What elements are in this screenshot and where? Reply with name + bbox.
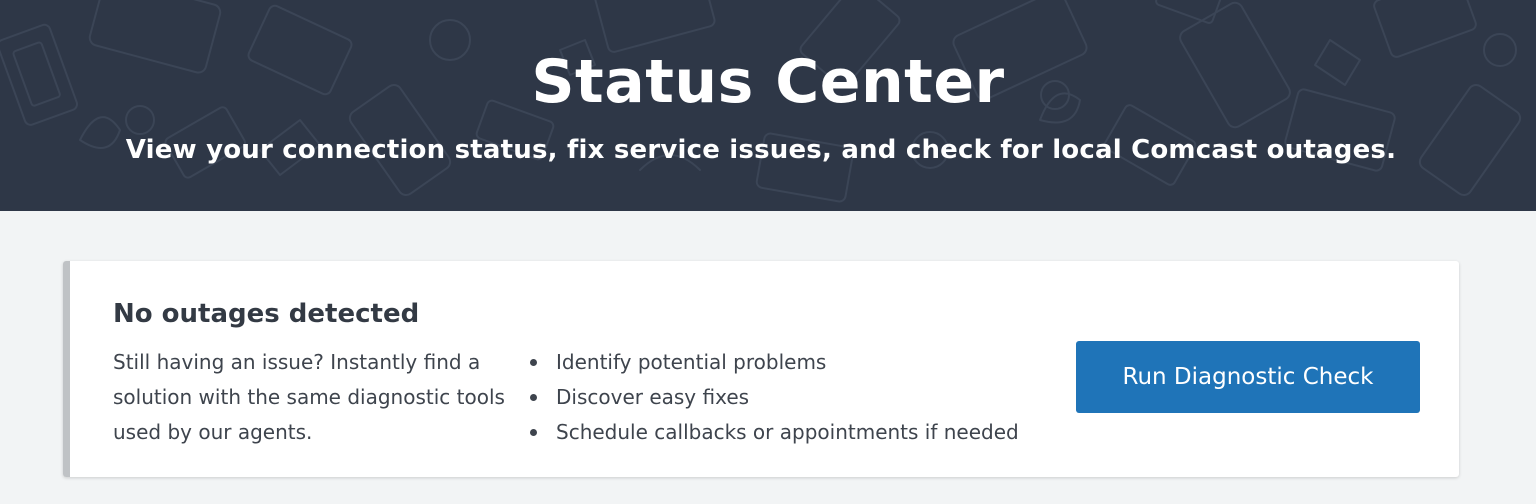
bullet-icon [530, 394, 537, 401]
feature-item-label: Discover easy fixes [556, 385, 750, 409]
feature-item: Schedule callbacks or appointments if ne… [529, 415, 1019, 450]
page-header: Status Center View your connection statu… [0, 0, 1536, 211]
feature-item: Identify potential problems [529, 345, 1019, 380]
outage-status-card: No outages detected Still having an issu… [63, 261, 1459, 477]
feature-item-label: Schedule callbacks or appointments if ne… [556, 420, 1019, 444]
diagnostic-description: Still having an issue? Instantly find a … [113, 350, 505, 444]
page-subtitle: View your connection status, fix service… [125, 135, 1397, 165]
feature-item-label: Identify potential problems [556, 350, 827, 374]
bullet-icon [530, 429, 537, 436]
outage-status-title: No outages detected [113, 299, 420, 329]
card-status-accent [63, 261, 70, 477]
page-title: Status Center [531, 47, 1005, 117]
diagnostic-feature-list: Identify potential problems Discover eas… [529, 345, 1019, 450]
feature-item: Discover easy fixes [529, 380, 1019, 415]
bullet-icon [530, 359, 537, 366]
run-diagnostic-check-button[interactable]: Run Diagnostic Check [1076, 341, 1420, 413]
